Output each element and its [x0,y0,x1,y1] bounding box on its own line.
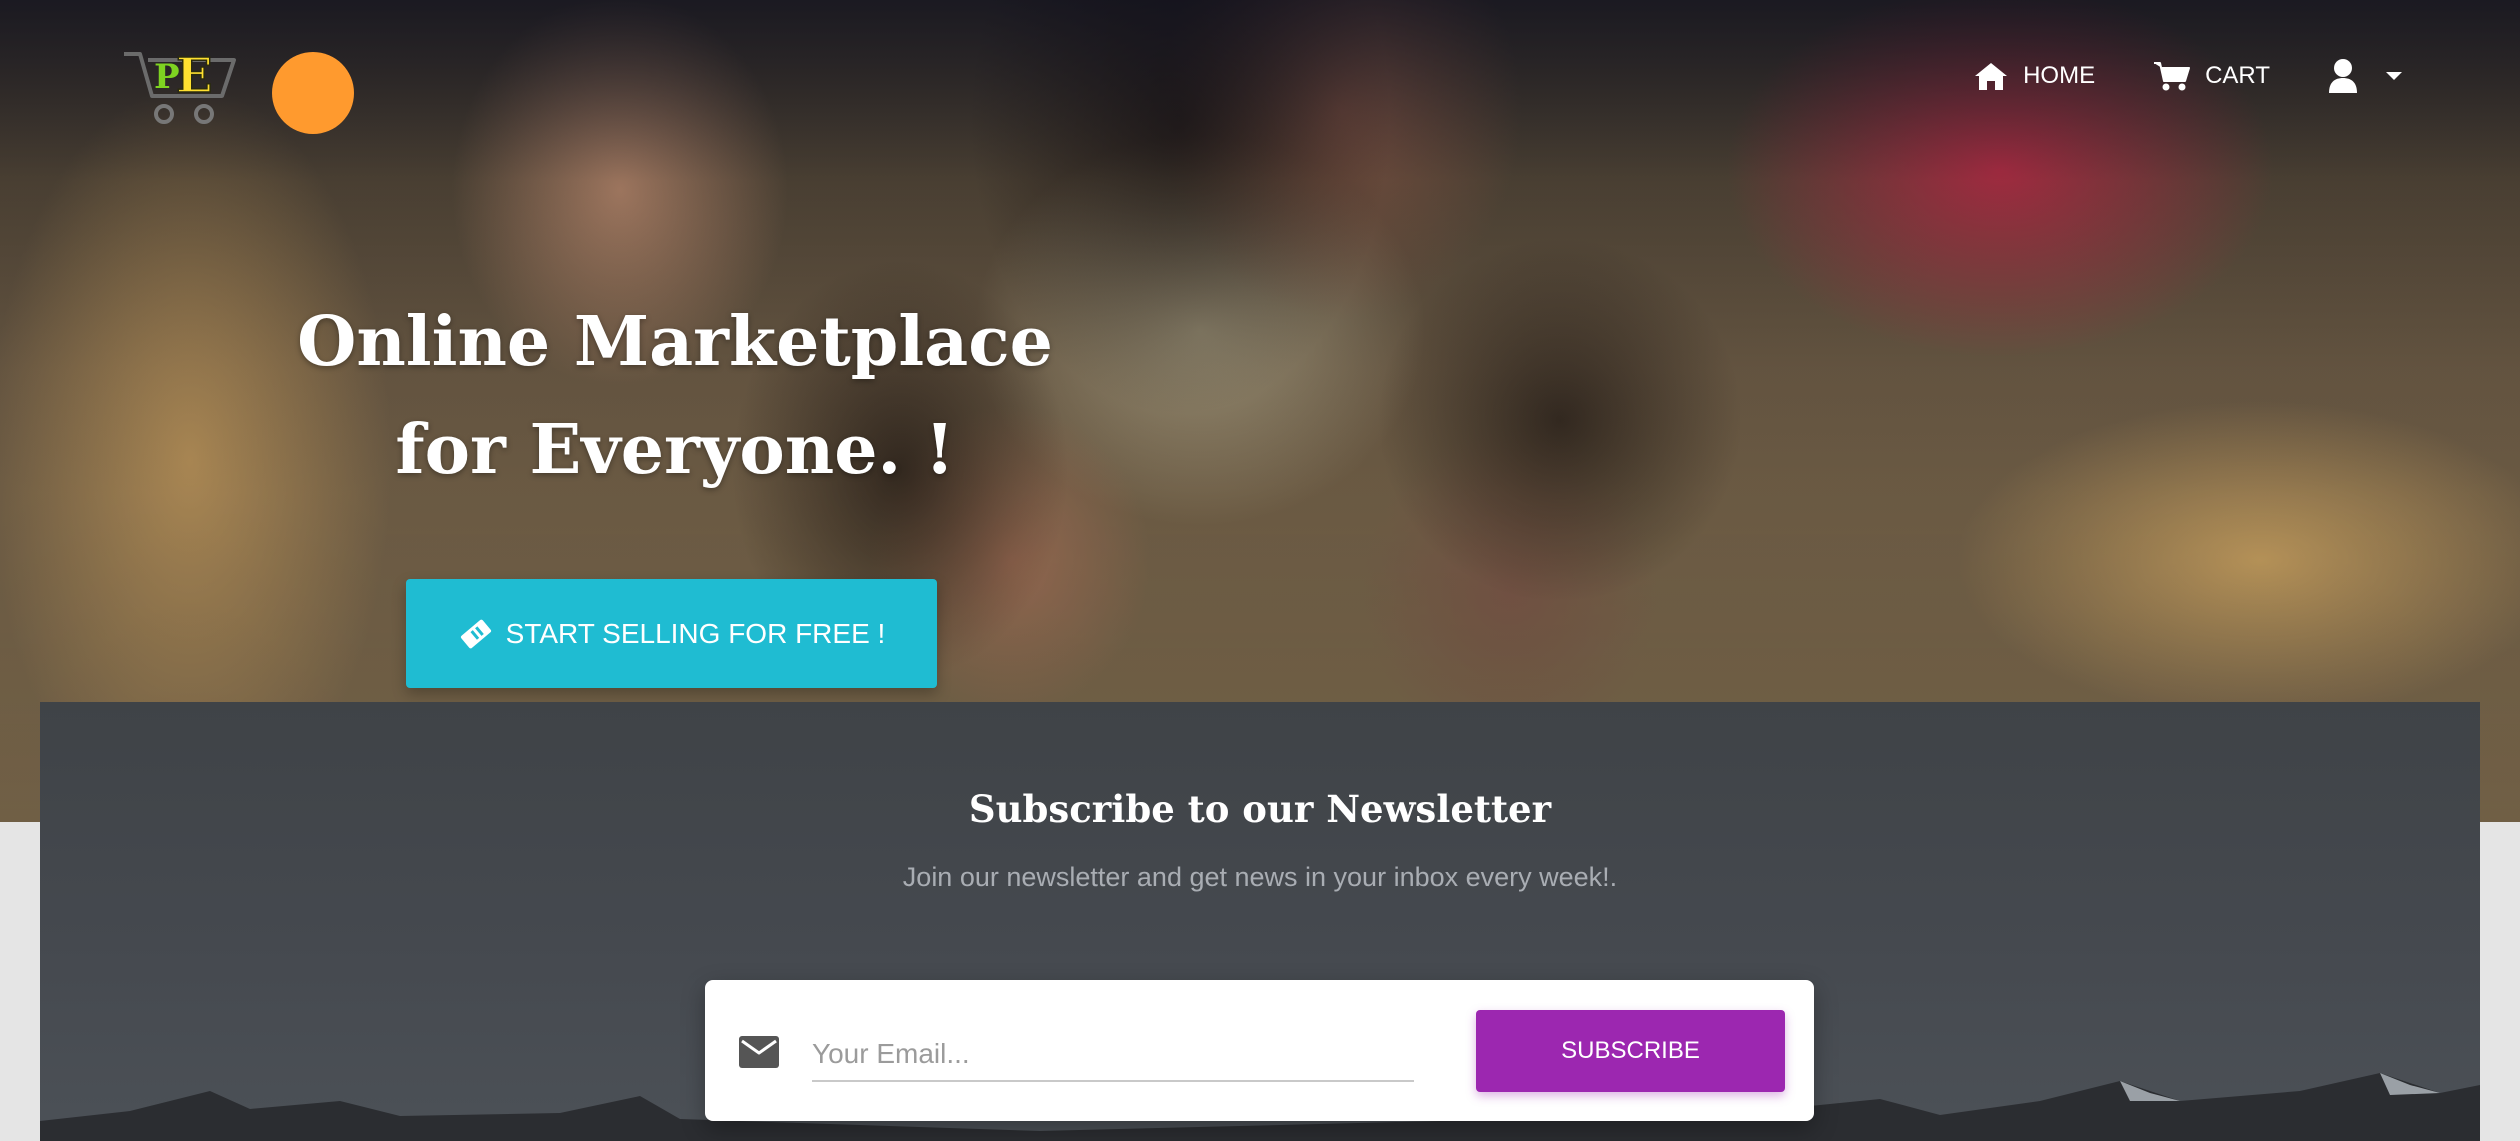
nav-cart-label: CART [2205,62,2270,89]
newsletter-section: Subscribe to our Newsletter Join our new… [40,702,2480,1141]
newsletter-form: SUBSCRIBE [705,980,1814,1121]
nav-links: HOME CART [1915,58,2402,94]
chevron-down-icon [2386,72,2402,80]
nav-cart-link[interactable]: CART [2153,60,2270,92]
top-navbar: E P HOME CART [0,0,2520,170]
cart-icon [2154,62,2191,91]
svg-text:P: P [154,57,180,97]
email-field[interactable] [812,1028,1414,1082]
user-icon [2329,59,2357,93]
newsletter-title: Subscribe to our Newsletter [968,787,1552,831]
ticket-icon [460,619,491,648]
home-icon [1975,63,2008,90]
cart-logo-icon: E P [124,47,236,124]
start-selling-button[interactable]: START SELLING FOR FREE ! [406,579,937,688]
newsletter-subtitle: Join our newsletter and get news in your… [902,862,1618,892]
mail-icon [739,1036,779,1068]
site-logo[interactable]: E P [118,34,240,134]
account-dropdown[interactable] [2328,58,2402,94]
hero-title: Online Marketplace for Everyone. ! [297,302,1053,490]
subscribe-button[interactable]: SUBSCRIBE [1476,1010,1785,1092]
nav-home-label: HOME [2023,62,2096,89]
avatar[interactable] [272,52,354,134]
nav-home-link[interactable]: HOME [1973,61,2095,91]
start-selling-label: START SELLING FOR FREE ! [505,617,886,649]
svg-text:E: E [176,48,213,104]
